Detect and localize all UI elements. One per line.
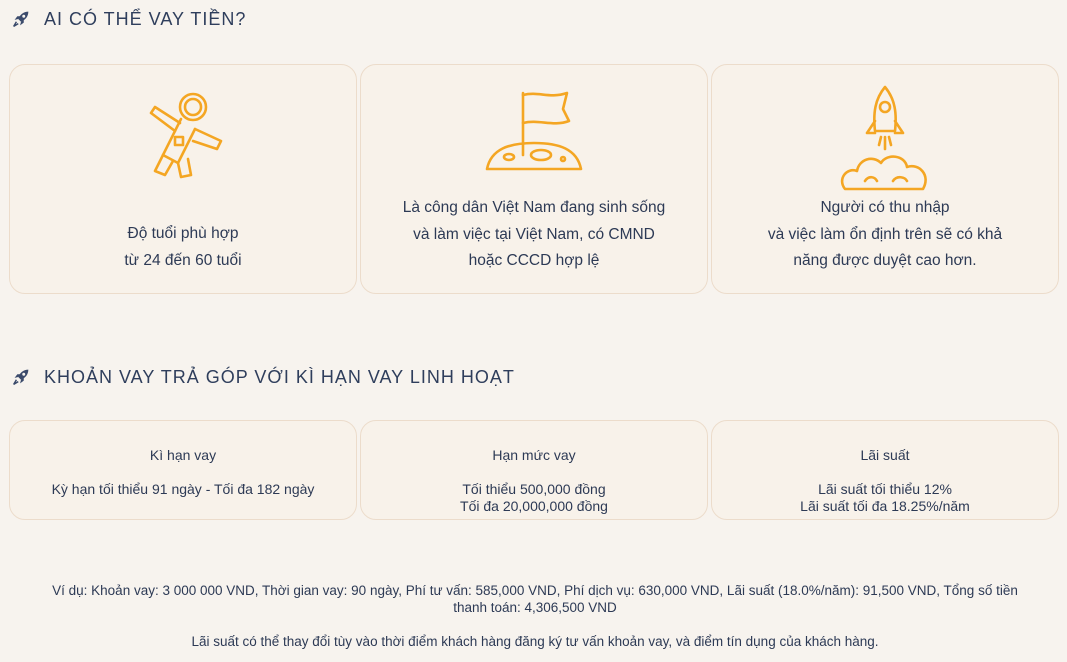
- eligibility-card-income: Người có thu nhập và việc làm ổn định tr…: [711, 64, 1059, 294]
- eligibility-text-line: và việc làm ổn định trên sẽ có khả: [767, 225, 1003, 243]
- eligibility-text-line: hoặc CCCD hợp lệ: [468, 252, 600, 269]
- rocket-icon: [13, 11, 29, 27]
- eligibility-text-line: Là công dân Việt Nam đang sinh sống: [402, 199, 666, 216]
- section-title: KHOẢN VAY TRẢ GÓP VỚI KÌ HẠN VAY LINH HO…: [44, 366, 515, 387]
- loan-example-note: Ví dụ: Khoản vay: 3 000 000 VND, Thời gi…: [10, 582, 1060, 616]
- interest-disclaimer: Lãi suất có thể thay đổi tùy vào thời đi…: [191, 634, 879, 649]
- section-heading-who-can-borrow: AI CÓ THỂ VAY TIỀN?: [10, 8, 246, 30]
- loan-card-value: Lãi suất tối đa 18.25%/năm: [800, 498, 970, 514]
- loan-card-interest: Lãi suất Lãi suất tối thiểu 12% Lãi suất…: [711, 420, 1059, 520]
- loan-card-value: Tối đa 20,000,000 đồng: [460, 498, 608, 514]
- loan-term-cards: Kì hạn vay Kỳ hạn tối thiểu 91 ngày - Tố…: [9, 420, 1059, 520]
- loan-card-title: Lãi suất: [860, 447, 910, 463]
- eligibility-text-line: Độ tuổi phù hợp: [127, 225, 239, 242]
- eligibility-text-line: và làm việc tại Việt Nam, có CMND: [413, 225, 655, 243]
- eligibility-text-line: năng được duyệt cao hơn.: [793, 252, 977, 269]
- astronaut-icon: [149, 92, 223, 179]
- eligibility-text-line: từ 24 đến 60 tuổi: [124, 251, 242, 269]
- loan-card-limit: Hạn mức vay Tối thiểu 500,000 đồng Tối đ…: [360, 420, 708, 520]
- loan-card-title: Kì hạn vay: [149, 447, 217, 463]
- eligibility-text-line: Người có thu nhập: [820, 199, 950, 216]
- loan-card-value: Tối thiểu 500,000 đồng: [462, 481, 606, 497]
- eligibility-card-citizen: Là công dân Việt Nam đang sinh sống và l…: [360, 64, 708, 294]
- loan-card-title: Hạn mức vay: [492, 447, 576, 463]
- example-line: Ví dụ: Khoản vay: 3 000 000 VND, Thời gi…: [52, 583, 1018, 598]
- eligibility-card-age: Độ tuổi phù hợp từ 24 đến 60 tuổi: [9, 64, 357, 294]
- rocket-icon: [13, 369, 29, 385]
- section-title: AI CÓ THỂ VAY TIỀN?: [44, 8, 247, 29]
- loan-card-term: Kì hạn vay Kỳ hạn tối thiểu 91 ngày - Tố…: [9, 420, 357, 520]
- loan-card-value: Kỳ hạn tối thiểu 91 ngày - Tối đa 182 ng…: [51, 481, 315, 497]
- loan-card-value: Lãi suất tối thiểu 12%: [818, 481, 952, 497]
- moon-flag-icon: [485, 91, 583, 171]
- eligibility-cards: Độ tuổi phù hợp từ 24 đến 60 tuổi Là côn…: [9, 64, 1059, 294]
- section-heading-installment-loan: KHOẢN VAY TRẢ GÓP VỚI KÌ HẠN VAY LINH HO…: [10, 366, 515, 388]
- example-line: thanh toán: 4,306,500 VND: [453, 600, 617, 615]
- rocket-launch-icon: [840, 85, 927, 191]
